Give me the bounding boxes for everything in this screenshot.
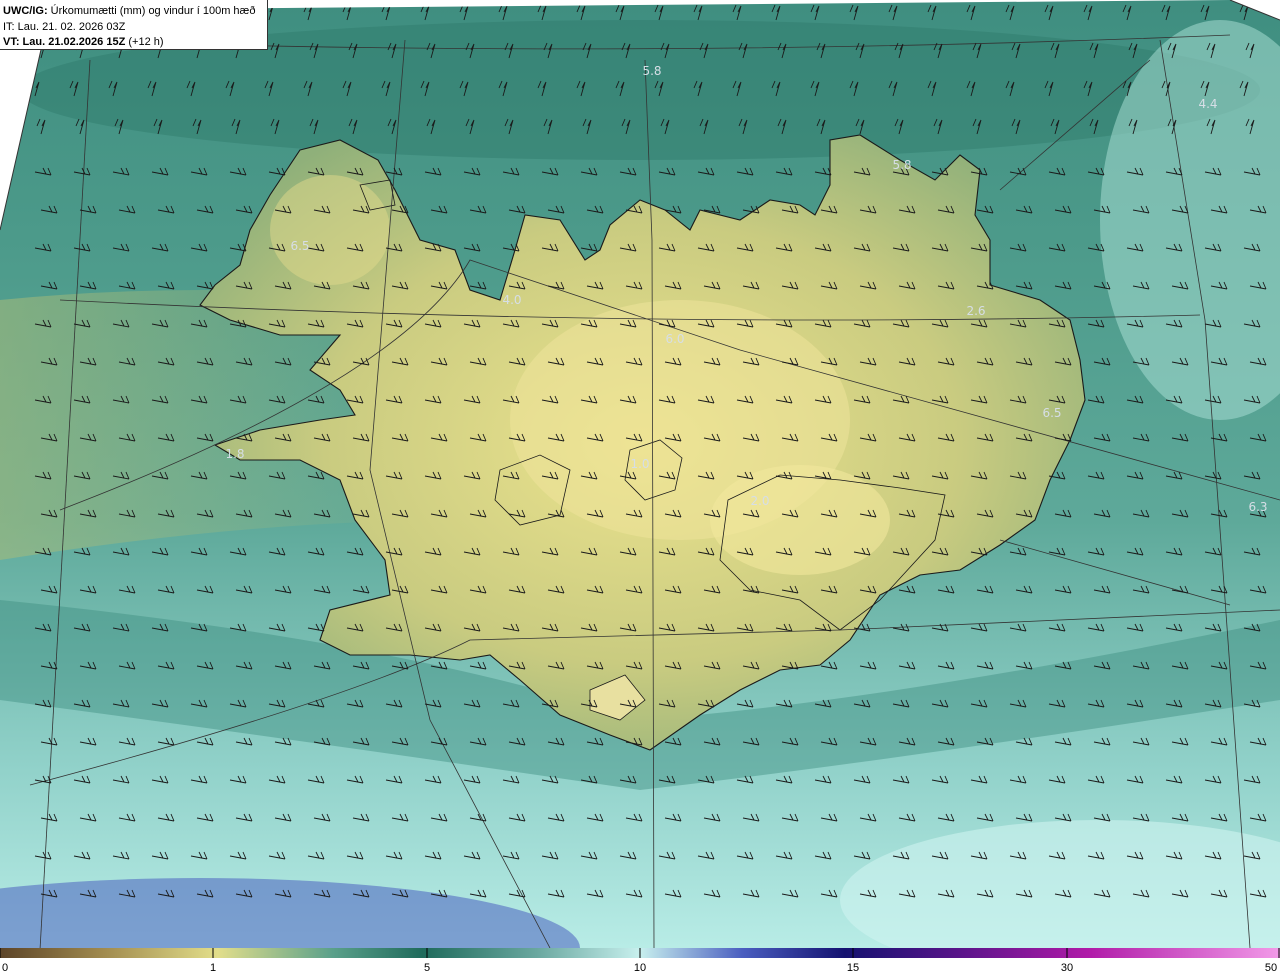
map-value-label: 1.8 — [225, 447, 244, 461]
map-value-label: 4.0 — [502, 293, 521, 307]
header-title-line: UWC/IG: Úrkomumætti (mm) og vindur í 100… — [3, 4, 267, 20]
colorbar-labels: 0 1 5 10 15 30 50 — [0, 960, 1280, 978]
map-value-label: 2.6 — [966, 304, 985, 318]
colorbar-tick-label: 30 — [1060, 962, 1074, 974]
forecast-offset: (+12 h) — [128, 36, 164, 48]
map-header: UWC/IG: Úrkomumætti (mm) og vindur í 100… — [0, 0, 268, 50]
map-value-label: 5.8 — [642, 64, 661, 78]
valid-time-line: VT: Lau. 21.02.2026 15Z (+12 h) — [3, 35, 267, 51]
precipitation-map: 5.8 4.4 5.8 4.0 2.6 6.5 1.0 6.3 1.8 6.0 2.0 6.5 — [0, 0, 1280, 948]
init-time: IT: Lau. 21. 02. 2026 03Z — [3, 20, 126, 33]
map-value-label: 6.5 — [1042, 406, 1061, 420]
map-value-label: 5.8 — [892, 158, 911, 172]
map-value-label: 6.0 — [665, 332, 684, 346]
model-domain: 5.8 4.4 5.8 4.0 2.6 6.5 1.0 6.3 1.8 6.0 2.0 6.5 — [0, 0, 1280, 948]
map-value-label: 2.0 — [750, 494, 769, 508]
colorbar-tick-label: 15 — [846, 962, 860, 974]
map-value-label: 6.5 — [290, 239, 309, 253]
colorbar-tick-label: 0 — [1, 962, 9, 974]
product-name: Úrkomumætti (mm) og vindur í 100m hæð — [50, 5, 256, 17]
colorbar-tick-label: 10 — [633, 962, 647, 974]
map-value-label: 4.4 — [1198, 97, 1217, 111]
map-value-label: 1.0 — [630, 457, 649, 471]
colorbar-tick-label: 5 — [423, 962, 431, 974]
colorbar-tick-label: 1 — [209, 962, 217, 974]
model-name: UWC/IG: — [3, 5, 48, 17]
colorbar — [0, 948, 1280, 958]
valid-time: VT: Lau. 21.02.2026 15Z — [3, 36, 126, 48]
map-value-label: 6.3 — [1248, 500, 1267, 514]
colorbar-tick-label: 50 — [1264, 962, 1278, 974]
